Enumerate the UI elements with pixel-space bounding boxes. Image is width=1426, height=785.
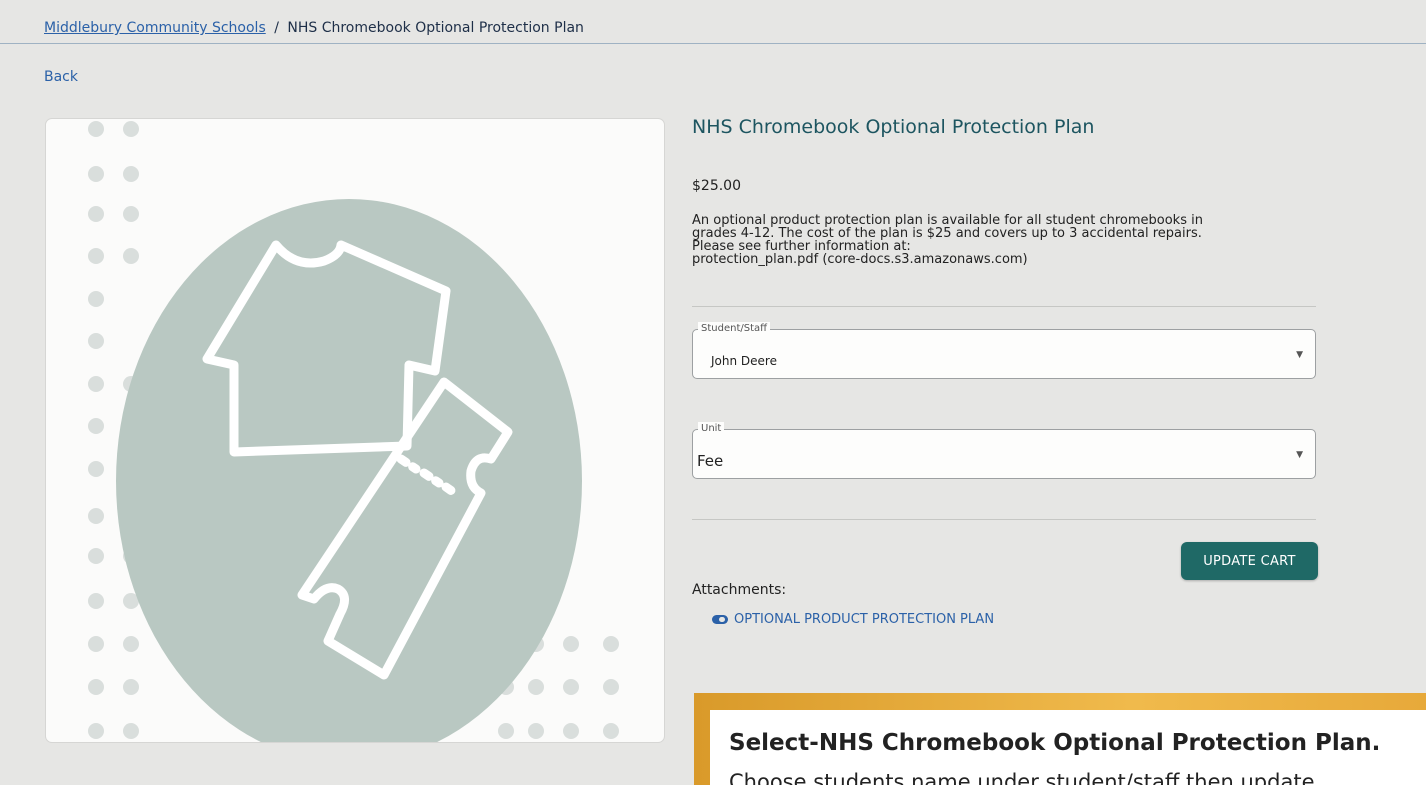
callout-body: Choose students name under student/staff… [729, 770, 1315, 785]
breadcrumb-home-link[interactable]: Middlebury Community Schools [44, 20, 266, 36]
student-staff-value: John Deere [711, 354, 777, 368]
attachment-link[interactable]: OPTIONAL PRODUCT PROTECTION PLAN [712, 612, 994, 627]
instruction-callout: Select-NHS Chromebook Optional Protectio… [710, 710, 1426, 785]
student-staff-label: Student/Staff [698, 322, 771, 336]
breadcrumb-current: NHS Chromebook Optional Protection Plan [287, 20, 584, 36]
unit-select[interactable]: Unit Fee ▼ [692, 422, 1316, 479]
callout-title: Select-NHS Chromebook Optional Protectio… [729, 730, 1381, 756]
unit-label: Unit [698, 422, 725, 436]
divider [692, 306, 1316, 307]
product-price: $25.00 [692, 178, 741, 194]
student-staff-select[interactable]: Student/Staff John Deere ▼ [692, 322, 1316, 379]
pill-icon [712, 615, 728, 624]
update-cart-button[interactable]: UPDATE CART [1181, 542, 1318, 580]
product-description: An optional product protection plan is a… [692, 214, 1312, 266]
product-image [45, 118, 665, 743]
chevron-down-icon: ▼ [1296, 350, 1303, 360]
unit-value: Fee [697, 452, 724, 470]
breadcrumb-separator: / [274, 20, 279, 36]
attachment-label: OPTIONAL PRODUCT PROTECTION PLAN [734, 612, 995, 627]
back-link[interactable]: Back [44, 69, 78, 85]
product-title: NHS Chromebook Optional Protection Plan [692, 116, 1095, 138]
header-divider [0, 43, 1426, 44]
protection-plan-pdf-link[interactable]: protection_plan.pdf (core-docs.s3.amazon… [692, 253, 1312, 266]
divider [692, 519, 1316, 520]
chevron-down-icon: ▼ [1296, 450, 1303, 460]
breadcrumb: Middlebury Community Schools / NHS Chrom… [44, 20, 584, 36]
tshirt-ticket-icon [88, 121, 619, 742]
attachments-heading: Attachments: [692, 582, 787, 598]
